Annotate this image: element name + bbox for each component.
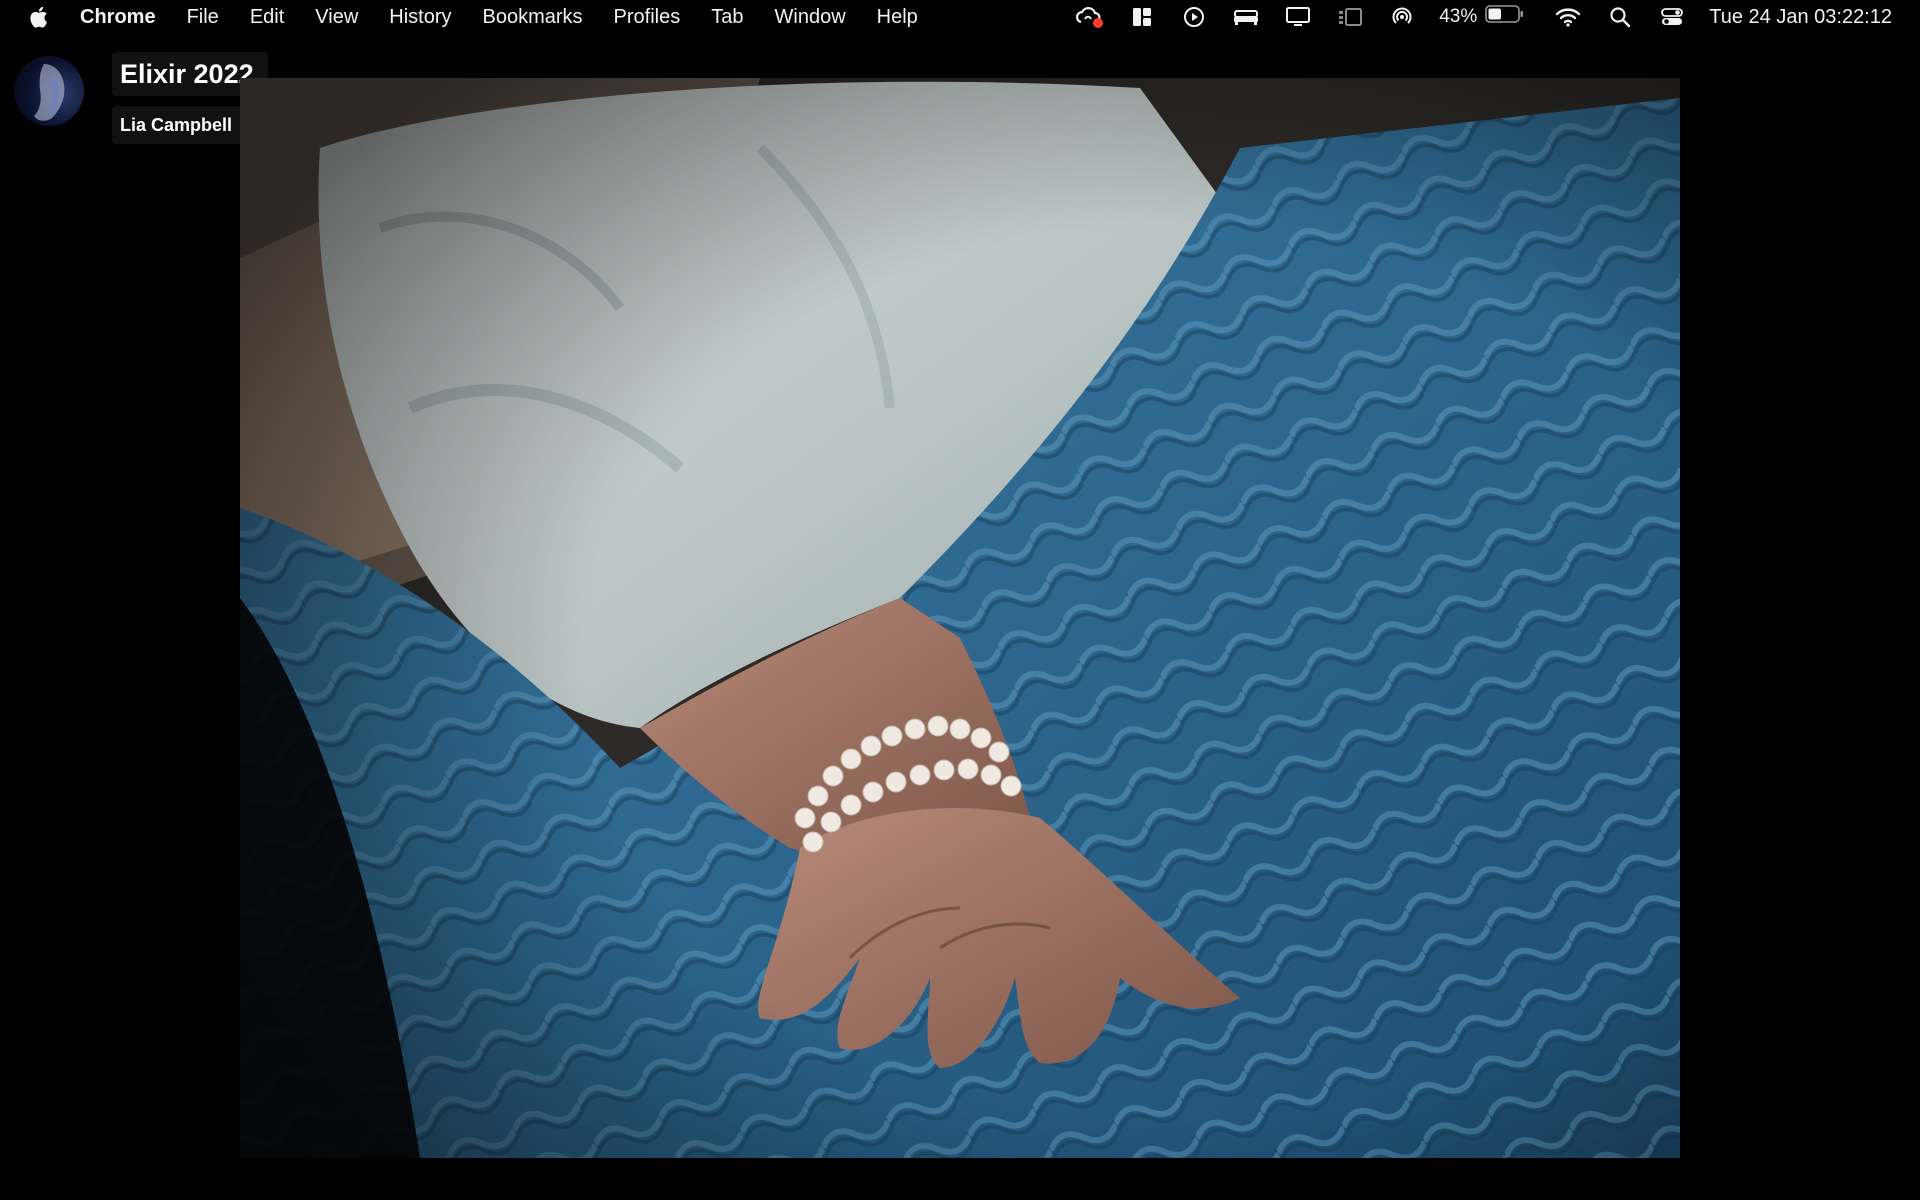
menu-tab[interactable]: Tab bbox=[711, 6, 743, 29]
battery-icon[interactable] bbox=[1485, 4, 1525, 30]
creative-cloud-icon[interactable] bbox=[1075, 5, 1105, 29]
menu-history[interactable]: History bbox=[389, 6, 451, 29]
menu-profiles[interactable]: Profiles bbox=[614, 6, 681, 29]
menu-file[interactable]: File bbox=[187, 6, 219, 29]
status-area: 43% Tue 24 Jan 03:22:12 bbox=[1053, 0, 1892, 34]
menu-bar: Chrome File Edit View History Bookmarks … bbox=[0, 0, 1920, 34]
layout-icon[interactable] bbox=[1127, 5, 1157, 29]
menu-view[interactable]: View bbox=[315, 6, 358, 29]
display-icon[interactable] bbox=[1283, 5, 1313, 29]
control-center-icon[interactable] bbox=[1657, 5, 1687, 29]
stage-manager-icon[interactable] bbox=[1335, 5, 1365, 29]
menu-help[interactable]: Help bbox=[877, 6, 918, 29]
menu-clock[interactable]: Tue 24 Jan 03:22:12 bbox=[1709, 6, 1892, 29]
menu-window[interactable]: Window bbox=[775, 6, 846, 29]
video-frame[interactable] bbox=[240, 78, 1680, 1158]
bed-icon[interactable] bbox=[1231, 5, 1261, 29]
wifi-icon[interactable] bbox=[1553, 5, 1583, 29]
apple-logo-icon[interactable] bbox=[28, 4, 52, 30]
search-icon[interactable] bbox=[1605, 5, 1635, 29]
menu-list: Chrome File Edit View History Bookmarks … bbox=[80, 0, 949, 34]
video-still-image bbox=[240, 78, 1680, 1158]
airdrop-icon[interactable] bbox=[1387, 5, 1417, 29]
menu-edit[interactable]: Edit bbox=[250, 6, 284, 29]
video-author[interactable]: Lia Campbell bbox=[112, 106, 251, 144]
menu-app-chrome[interactable]: Chrome bbox=[80, 6, 156, 29]
menu-bookmarks[interactable]: Bookmarks bbox=[483, 6, 583, 29]
battery-percent: 43% bbox=[1439, 6, 1478, 27]
play-circle-icon[interactable] bbox=[1179, 5, 1209, 29]
author-avatar[interactable] bbox=[14, 56, 84, 126]
